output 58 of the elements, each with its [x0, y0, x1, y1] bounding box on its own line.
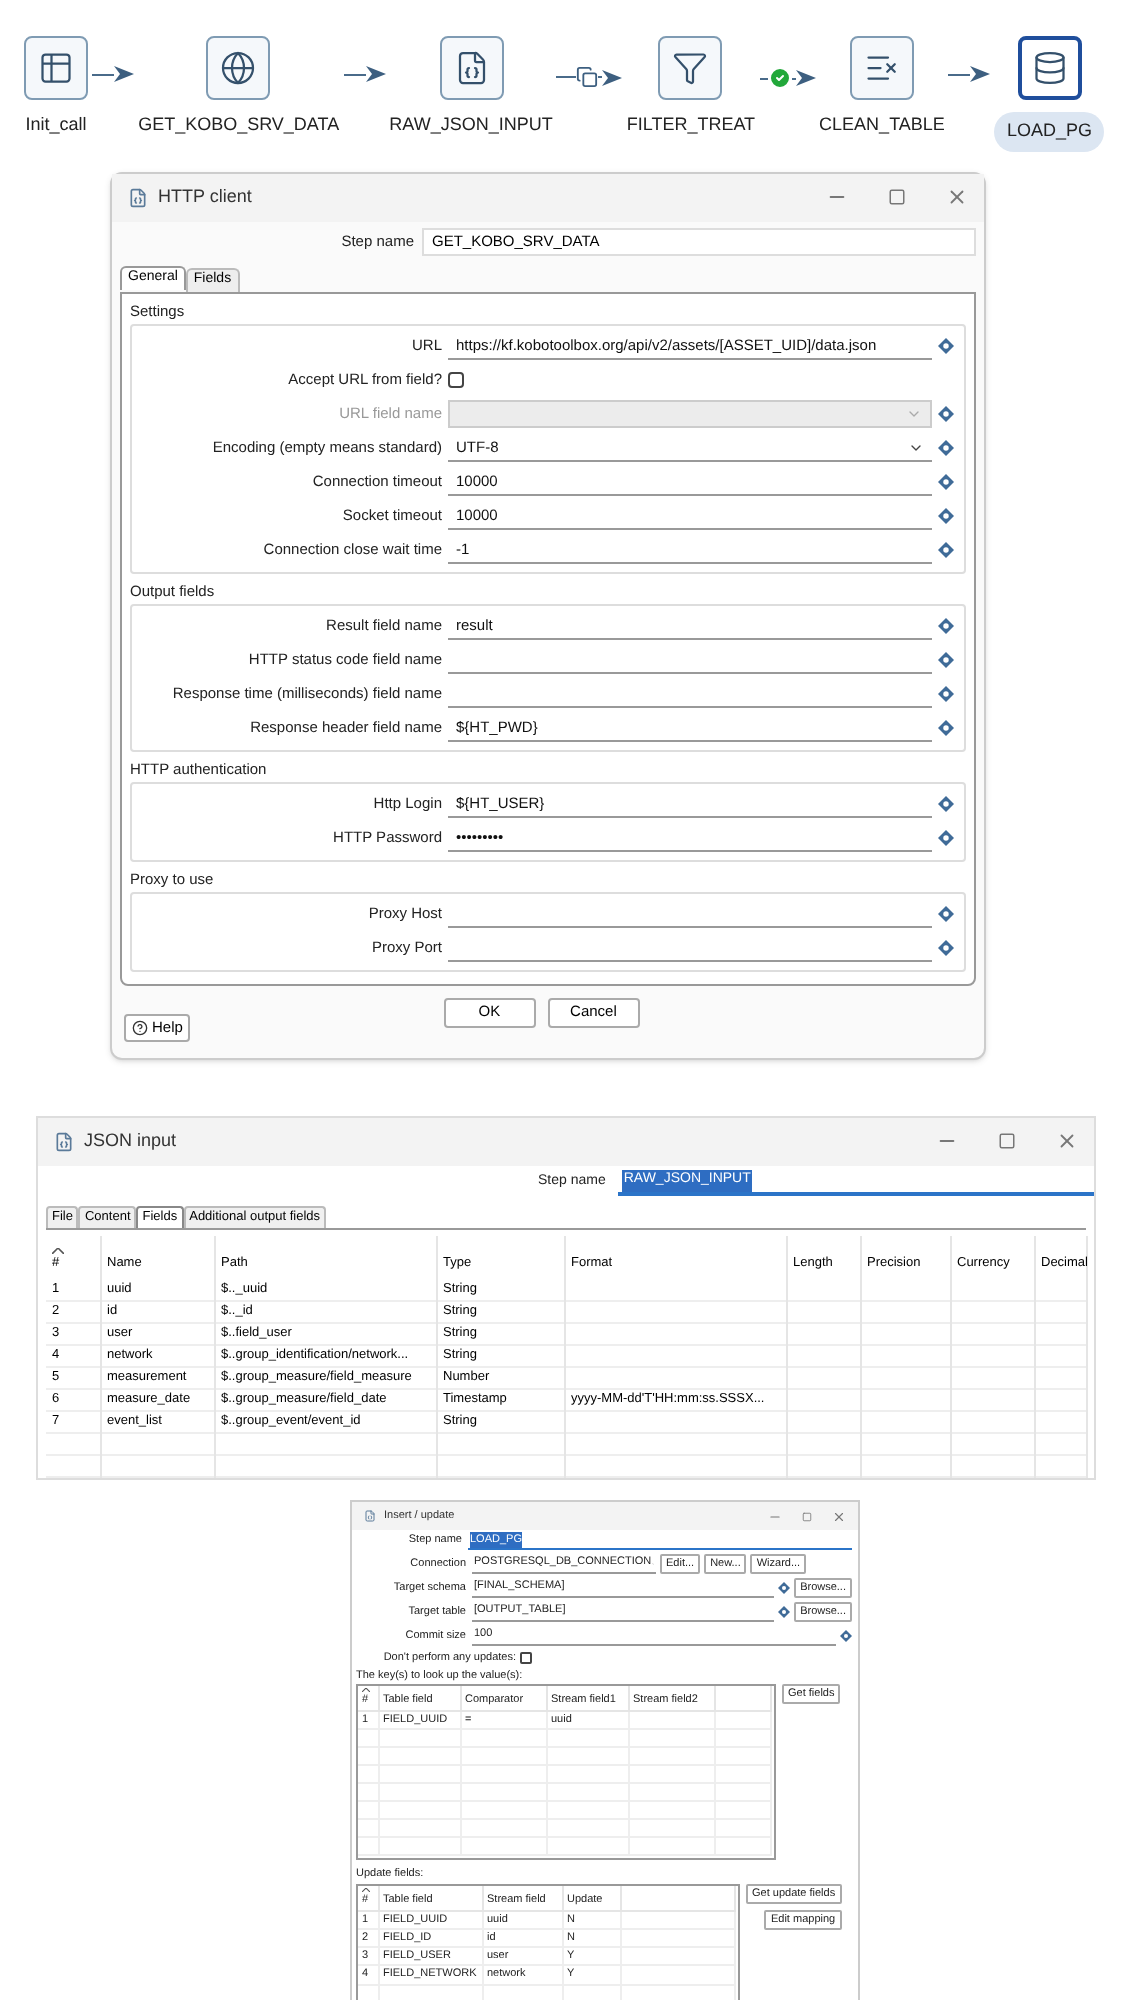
step-label[interactable]: CLEAN_TABLE	[819, 112, 945, 139]
close-icon[interactable]	[1056, 1130, 1078, 1152]
variable-icon[interactable]	[938, 440, 954, 456]
variable-icon[interactable]	[938, 338, 954, 354]
database-icon	[1031, 50, 1068, 86]
checkbox[interactable]	[520, 1652, 532, 1664]
window-title: JSON input	[84, 1127, 177, 1154]
sort-icon[interactable]	[362, 1688, 370, 1693]
table-icon	[38, 50, 74, 86]
hop-arrow	[343, 66, 386, 82]
variable-icon[interactable]	[938, 542, 954, 558]
hop-arrow	[948, 66, 991, 82]
variable-icon[interactable]	[938, 940, 954, 956]
step-label[interactable]: FILTER_TREAT	[626, 112, 756, 139]
hop-arrow	[92, 66, 135, 82]
sort-icon[interactable]	[362, 1888, 370, 1893]
variable-icon[interactable]	[938, 508, 954, 524]
variable-icon[interactable]	[938, 796, 954, 812]
variable-icon[interactable]	[938, 618, 954, 634]
file-icon	[453, 50, 490, 86]
variable-icon[interactable]	[938, 406, 954, 422]
close-icon[interactable]	[832, 1509, 846, 1523]
hop-arrow	[791, 70, 816, 86]
window-icon	[364, 1510, 376, 1522]
maximize-icon[interactable]	[888, 188, 906, 206]
globe-icon	[220, 50, 257, 86]
maximize-icon[interactable]	[998, 1132, 1016, 1150]
variable-icon[interactable]	[938, 720, 954, 736]
hop-arrow	[598, 69, 623, 85]
step-node[interactable]	[206, 36, 271, 100]
list-delete-icon	[863, 50, 900, 86]
variable-icon[interactable]	[938, 652, 954, 668]
variable-icon[interactable]	[938, 906, 954, 922]
window-icon	[128, 187, 148, 207]
close-icon[interactable]	[946, 186, 968, 208]
filter-icon	[672, 50, 709, 86]
window-title: HTTP client	[158, 183, 252, 210]
step-label[interactable]: GET_KOBO_SRV_DATA	[138, 112, 340, 139]
success-icon	[767, 66, 792, 90]
step-label[interactable]: Init_call	[25, 112, 87, 139]
sort-icon[interactable]	[52, 1247, 64, 1254]
variable-icon[interactable]	[938, 474, 954, 490]
variable-icon[interactable]	[938, 830, 954, 846]
variable-icon[interactable]	[840, 1630, 852, 1642]
variable-icon[interactable]	[938, 686, 954, 702]
window-icon	[54, 1131, 74, 1151]
step-label[interactable]: RAW_JSON_INPUT	[389, 112, 553, 139]
step-node[interactable]	[24, 36, 88, 100]
variable-icon[interactable]	[778, 1582, 791, 1594]
step-node[interactable]	[849, 36, 914, 100]
help-icon	[132, 1019, 148, 1035]
copy-icon	[576, 66, 599, 88]
step-node[interactable]	[658, 36, 723, 100]
step-node[interactable]	[1017, 36, 1082, 100]
checkbox[interactable]	[448, 372, 464, 388]
step-label[interactable]: LOAD_PG	[994, 112, 1104, 151]
step-node[interactable]	[439, 36, 504, 100]
variable-icon[interactable]	[778, 1606, 791, 1618]
